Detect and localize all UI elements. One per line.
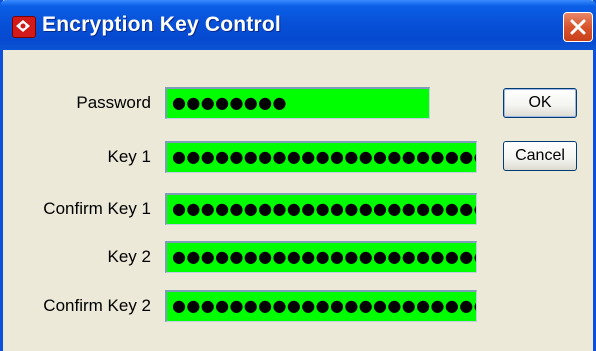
key1-field[interactable]: ●●●●●●●●●●●●●●●●●●●●●●●●	[165, 141, 477, 173]
password-field[interactable]: ●●●●●●●●	[165, 87, 430, 119]
app-icon	[12, 16, 36, 38]
confirm-key1-field[interactable]: ●●●●●●●●●●●●●●●●●●●●●●●●	[165, 193, 477, 225]
key1-label: Key 1	[107, 147, 151, 166]
ok-button[interactable]: OK	[503, 88, 577, 118]
confirm-key2-field[interactable]: ●●●●●●●●●●●●●●●●●●●●●●●●	[165, 290, 477, 322]
confirm-key1-label: Confirm Key 1	[43, 199, 151, 218]
window-title: Encryption Key Control	[42, 13, 281, 36]
confirm-key2-label: Confirm Key 2	[43, 296, 151, 315]
title-bar[interactable]: Encryption Key Control	[0, 0, 596, 50]
encryption-key-dialog: Encryption Key Control Password ●●●●●●●●…	[0, 0, 596, 351]
cancel-button[interactable]: Cancel	[503, 141, 577, 171]
key2-label: Key 2	[107, 247, 151, 266]
confirm-key2-value: ●●●●●●●●●●●●●●●●●●●●●●●●	[172, 296, 476, 315]
key2-field[interactable]: ●●●●●●●●●●●●●●●●●●●●●●●●	[165, 241, 477, 273]
close-button[interactable]	[563, 12, 593, 42]
close-icon	[570, 19, 586, 35]
password-label: Password	[76, 93, 151, 112]
